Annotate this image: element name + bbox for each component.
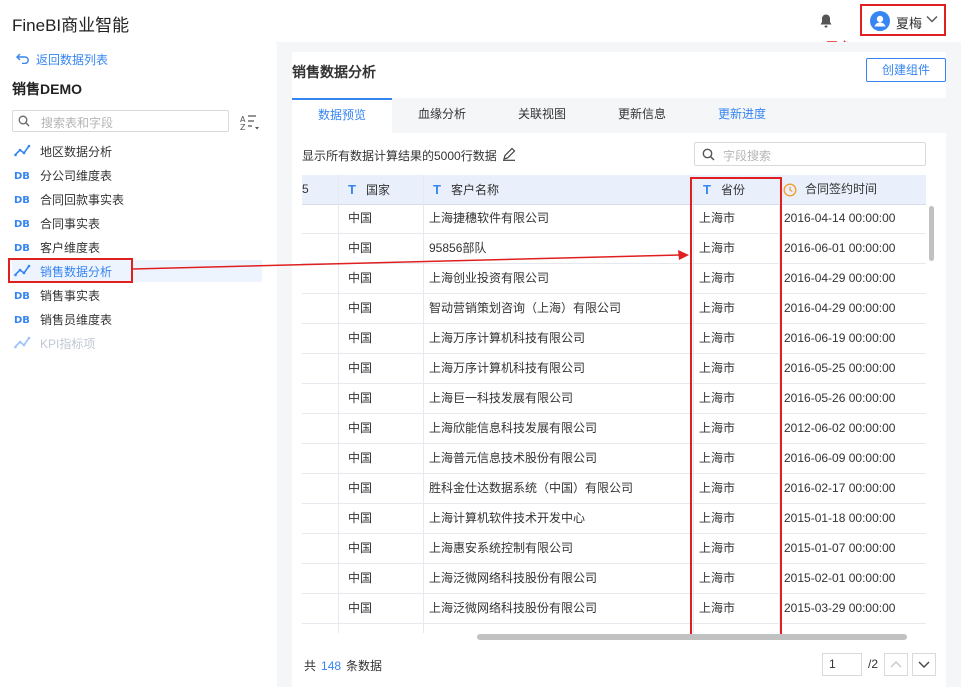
annotation-arrow xyxy=(132,250,689,270)
horizontal-scrollbar[interactable] xyxy=(477,634,907,640)
next-page-button[interactable] xyxy=(912,653,936,676)
record-count: 共 148 条数据 xyxy=(304,659,383,673)
page-number-input[interactable]: 1 xyxy=(822,653,862,676)
prev-page-button[interactable] xyxy=(884,653,908,676)
vertical-scrollbar[interactable] xyxy=(929,206,934,261)
page-total: /2 xyxy=(868,657,879,671)
